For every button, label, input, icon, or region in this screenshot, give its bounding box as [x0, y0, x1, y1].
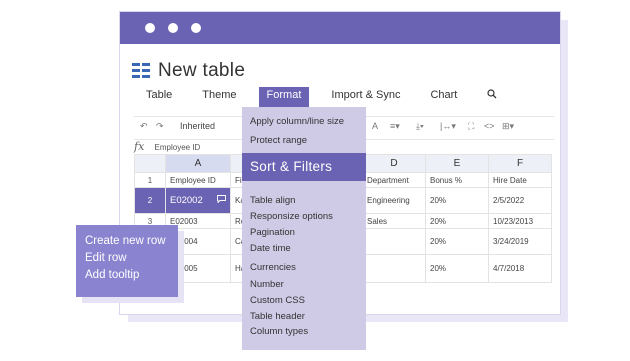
cell[interactable]: 4/7/2018 [488, 254, 552, 283]
cell[interactable]: Engineering [362, 187, 426, 214]
cell[interactable]: Department [362, 172, 426, 188]
menu-item-responsive-options[interactable]: Responsize options [250, 211, 333, 222]
menu-item-column-types[interactable]: Column types [250, 326, 308, 337]
column-width-icon[interactable]: |↔▾ [440, 121, 456, 132]
table-icon [132, 63, 150, 79]
menu-chart[interactable]: Chart [422, 87, 465, 107]
row-context-menu: Create new row Edit row Add tooltip [76, 225, 178, 297]
row-number[interactable]: 2 [134, 187, 166, 214]
text-color-icon[interactable]: A [372, 121, 378, 131]
menubar: Table Theme Format Import & Sync Chart [138, 87, 505, 107]
menu-item-date-time[interactable]: Date time [250, 243, 291, 254]
app-header: New table [132, 58, 245, 84]
menu-item-apply-size[interactable]: Apply column/line size [250, 116, 344, 127]
window-dot-2[interactable] [168, 23, 178, 33]
menu-item-protect-range[interactable]: Protect range [250, 135, 307, 146]
cell[interactable]: 20% [425, 187, 489, 214]
column-header-f[interactable]: F [488, 154, 552, 173]
grid-icon[interactable]: ⊞▾ [502, 121, 514, 132]
fullscreen-icon[interactable]: ⛶ [468, 121, 474, 132]
column-header-d[interactable]: D [362, 154, 426, 173]
cell[interactable]: 10/23/2013 [488, 213, 552, 229]
menu-theme[interactable]: Theme [194, 87, 244, 107]
menu-item-table-align[interactable]: Table align [250, 195, 295, 206]
comment-icon[interactable] [217, 195, 226, 206]
column-header-a[interactable]: A [165, 154, 231, 173]
format-dropdown-menu: Apply column/line size Protect range Sor… [242, 107, 366, 350]
align-icon[interactable]: ≡▾ [390, 121, 400, 132]
cell[interactable]: 20% [425, 228, 489, 255]
fx-icon: fx [134, 140, 145, 153]
menu-item-table-header[interactable]: Table header [250, 311, 305, 322]
page-title: New table [158, 60, 246, 81]
menu-item-create-row[interactable]: Create new row [85, 235, 166, 247]
menu-item-sort-filters[interactable]: Sort & Filters [242, 153, 366, 181]
menu-item-add-tooltip[interactable]: Add tooltip [85, 269, 139, 281]
cell-value: E02002 [170, 195, 203, 206]
title-bar [120, 12, 560, 44]
formula-value[interactable]: Employee ID [155, 143, 201, 152]
cell[interactable]: Employee ID [165, 172, 231, 188]
window-dot-1[interactable] [145, 23, 155, 33]
menu-item-edit-row[interactable]: Edit row [85, 252, 127, 264]
cell[interactable]: 20% [425, 213, 489, 229]
menu-table[interactable]: Table [138, 87, 180, 107]
menu-item-pagination[interactable]: Pagination [250, 227, 295, 238]
valign-icon[interactable]: ⤓▾ [416, 121, 424, 132]
search-icon[interactable] [479, 87, 505, 107]
menu-format[interactable]: Format [258, 87, 310, 107]
cell[interactable]: 2/5/2022 [488, 187, 552, 214]
font-select[interactable]: Inherited [180, 121, 215, 131]
menu-item-number[interactable]: Number [250, 279, 284, 290]
cell[interactable]: Hire Date [488, 172, 552, 188]
redo-icon[interactable]: ↷ [156, 121, 164, 132]
menu-import-sync[interactable]: Import & Sync [323, 87, 408, 107]
row-number[interactable]: 1 [134, 172, 166, 188]
corner-cell[interactable] [134, 154, 166, 173]
window-dot-3[interactable] [191, 23, 201, 33]
undo-icon[interactable]: ↶ [140, 121, 148, 132]
menu-item-currencies[interactable]: Currencies [250, 262, 296, 273]
cell[interactable]: 3/24/2019 [488, 228, 552, 255]
column-header-e[interactable]: E [425, 154, 489, 173]
menu-item-custom-css[interactable]: Custom CSS [250, 295, 305, 306]
code-icon[interactable]: <> [484, 121, 495, 131]
cell[interactable] [362, 254, 426, 283]
cell[interactable]: 20% [425, 254, 489, 283]
cell[interactable] [362, 228, 426, 255]
cell[interactable]: Sales [362, 213, 426, 229]
cell[interactable]: E02002 [165, 187, 231, 214]
cell[interactable]: Bonus % [425, 172, 489, 188]
